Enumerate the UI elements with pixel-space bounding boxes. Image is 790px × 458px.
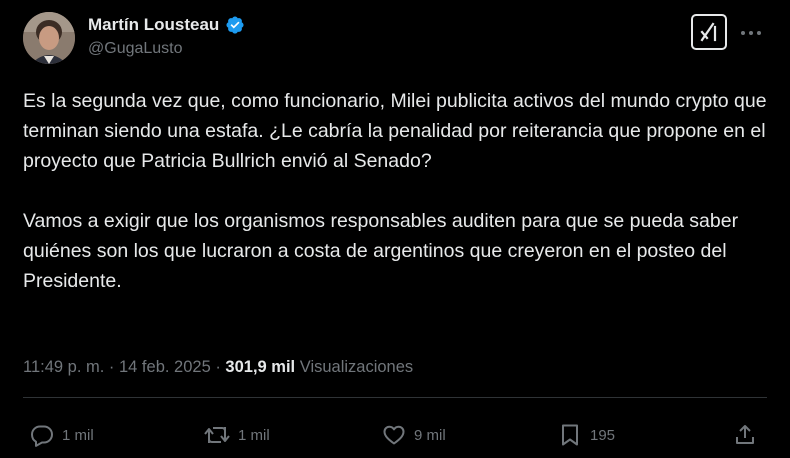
share-button[interactable] — [733, 422, 757, 448]
repost-icon — [204, 427, 230, 443]
verified-badge-icon[interactable] — [225, 15, 245, 35]
more-button[interactable] — [738, 20, 764, 46]
like-count: 9 mil — [414, 426, 446, 444]
views-count: 301,9 mil — [225, 358, 296, 376]
repost-count: 1 mil — [238, 426, 270, 444]
tweet-paragraph: Vamos a exigir que los organismos respon… — [23, 210, 739, 292]
handle[interactable]: @GugaLusto — [88, 40, 245, 58]
views-label: Visualizaciones — [299, 358, 414, 376]
tweet-date[interactable]: 14 feb. 2025 — [119, 358, 211, 376]
repost-button[interactable]: 1 mil — [204, 422, 270, 448]
display-name[interactable]: Martín Lousteau — [88, 15, 219, 35]
reply-icon — [31, 425, 53, 447]
reply-button[interactable]: 1 mil — [30, 422, 94, 448]
name-row: Martín Lousteau — [88, 14, 245, 36]
author-block: Martín Lousteau @GugaLusto — [88, 14, 245, 58]
more-icon — [741, 31, 761, 35]
like-icon — [383, 425, 405, 445]
avatar-image — [23, 12, 75, 64]
tweet: Martín Lousteau @GugaLusto Es la segunda… — [0, 0, 790, 458]
tweet-text: Es la segunda vez que, como funcionario,… — [23, 86, 768, 296]
meta-separator: · — [104, 358, 119, 376]
like-button[interactable]: 9 mil — [382, 422, 446, 448]
avatar[interactable] — [23, 12, 75, 64]
share-icon — [736, 425, 754, 444]
tweet-meta: 11:49 p. m. · 14 feb. 2025 · 301,9 mil V… — [23, 358, 413, 377]
bookmark-icon — [562, 424, 578, 446]
bookmark-button[interactable]: 195 — [558, 422, 615, 448]
tweet-time[interactable]: 11:49 p. m. — [23, 358, 104, 376]
bookmark-count: 195 — [590, 426, 616, 444]
grok-button[interactable] — [691, 14, 727, 50]
meta-separator: · — [210, 358, 226, 376]
tweet-paragraph: Es la segunda vez que, como funcionario,… — [23, 90, 767, 172]
divider — [23, 397, 767, 398]
reply-count: 1 mil — [62, 426, 94, 444]
grok-icon — [700, 22, 717, 42]
